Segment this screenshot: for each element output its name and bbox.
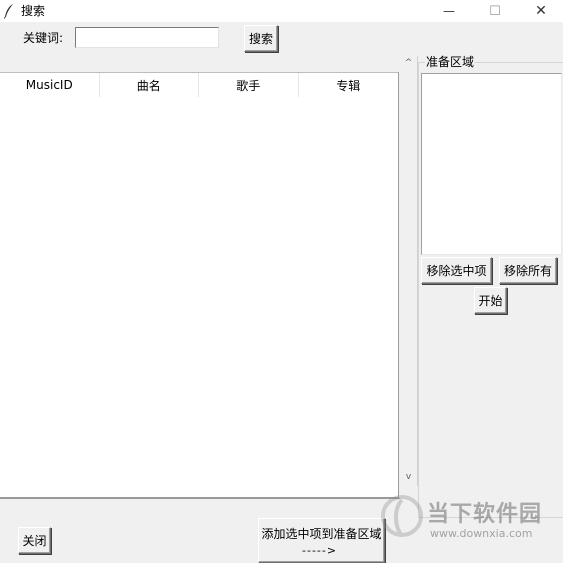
results-scrollbar[interactable]: ^ v [400, 56, 418, 486]
minimize-icon: — [443, 4, 455, 18]
add-arrow-label: -----> [302, 544, 338, 557]
remove-all-button[interactable]: 移除所有 [499, 257, 557, 284]
maximize-button[interactable]: ☐ [472, 0, 518, 22]
prepare-listbox[interactable] [421, 73, 562, 255]
remove-selected-button[interactable]: 移除选中项 [421, 257, 492, 284]
results-header: MusicID 曲名 歌手 专辑 [0, 73, 398, 97]
keyword-label: 关键词: [23, 31, 64, 45]
feather-icon [4, 4, 13, 19]
column-header-musicid[interactable]: MusicID [0, 73, 100, 97]
add-to-prepare-label: 添加选中项到准备区域 [261, 527, 382, 541]
start-button[interactable]: 开始 [474, 287, 507, 314]
column-header-title[interactable]: 曲名 [99, 73, 199, 97]
minimize-button[interactable]: — [426, 0, 472, 22]
maximize-icon: ☐ [489, 3, 501, 19]
scroll-up-icon[interactable]: ^ [400, 56, 417, 70]
column-header-album[interactable]: 专辑 [298, 73, 398, 97]
watermark-url: www.downxia.com [430, 527, 533, 540]
close-window-button[interactable]: ✕ [518, 0, 563, 22]
column-header-artist[interactable]: 歌手 [199, 73, 299, 97]
scroll-down-icon[interactable]: v [400, 470, 417, 484]
search-button[interactable]: 搜索 [244, 25, 278, 52]
watermark-logo-icon [381, 495, 423, 538]
keyword-input[interactable] [75, 27, 219, 48]
divider [0, 498, 400, 499]
prepare-frame-label: 准备区域 [425, 55, 476, 69]
close-icon: ✕ [535, 3, 547, 19]
watermark-brand: 当下软件园 [427, 502, 543, 527]
window-title: 搜索 [21, 4, 46, 18]
close-button[interactable]: 关闭 [18, 527, 51, 554]
results-table[interactable]: MusicID 曲名 歌手 专辑 [0, 72, 399, 498]
